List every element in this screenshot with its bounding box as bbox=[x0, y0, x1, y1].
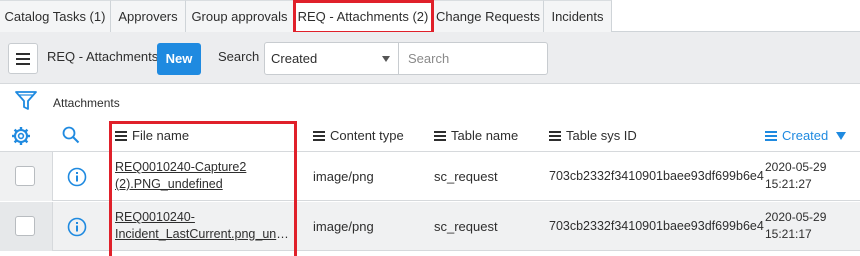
file-name-link[interactable]: REQ0010240-Capture2 (2).PNG_undefined bbox=[115, 159, 295, 193]
column-label: Content type bbox=[330, 128, 404, 143]
column-label: File name bbox=[132, 128, 190, 143]
row-select-cell bbox=[0, 202, 53, 251]
table-sys-id-cell: 703cb2332f3410901baee93df699b6e4 bbox=[549, 219, 764, 233]
column-label: Table name bbox=[451, 128, 519, 143]
table-sys-id-cell: 703cb2332f3410901baee93df699b6e4 bbox=[549, 169, 764, 183]
search-input[interactable]: Search bbox=[398, 42, 548, 75]
breadcrumb-item[interactable]: Attachments bbox=[53, 96, 120, 110]
created-date: 2020-05-29 bbox=[765, 210, 827, 224]
tab-change-requests[interactable]: Change Requests bbox=[433, 0, 544, 32]
column-header-table-sys-id[interactable]: Table sys ID bbox=[549, 128, 637, 143]
hamburger-icon bbox=[16, 52, 30, 65]
column-menu-icon[interactable] bbox=[115, 130, 127, 141]
list-title: REQ - Attachments bbox=[47, 49, 159, 64]
table-name-cell: sc_request bbox=[434, 169, 498, 184]
info-icon[interactable] bbox=[67, 167, 87, 187]
table-row: REQ0010240-Capture2 (2).PNG_undefined im… bbox=[0, 152, 860, 201]
created-cell: 2020-05-29 15:21:27 bbox=[765, 159, 826, 193]
row-select-cell bbox=[0, 152, 53, 201]
search-field-value: Created bbox=[271, 51, 318, 66]
search-field-select[interactable]: Created bbox=[264, 42, 399, 75]
file-name-line: Incident_LastCurrent.png_unde… bbox=[115, 227, 295, 241]
column-menu-icon[interactable] bbox=[313, 130, 325, 141]
created-time: 15:21:17 bbox=[765, 227, 812, 241]
column-menu-icon[interactable] bbox=[765, 130, 777, 141]
column-header-table-name[interactable]: Table name bbox=[434, 128, 518, 143]
file-name-line: (2).PNG_undefined bbox=[115, 177, 223, 191]
list-header-bar: REQ - Attachments New Search Created Sea… bbox=[0, 32, 860, 84]
search-label: Search bbox=[218, 49, 260, 64]
new-button[interactable]: New bbox=[157, 43, 201, 75]
tab-req-attachments[interactable]: REQ - Attachments (2) bbox=[294, 0, 433, 32]
file-name-line: REQ0010240-Capture2 bbox=[115, 160, 247, 174]
column-menu-icon[interactable] bbox=[434, 130, 446, 141]
gear-icon[interactable] bbox=[11, 126, 31, 146]
content-type-cell: image/png bbox=[313, 219, 374, 234]
tab-catalog-tasks[interactable]: Catalog Tasks (1) bbox=[0, 0, 111, 32]
caret-down-icon bbox=[382, 56, 390, 62]
sort-descending-icon[interactable] bbox=[836, 131, 847, 140]
tab-incidents[interactable]: Incidents bbox=[544, 0, 612, 32]
filter-icon[interactable] bbox=[15, 91, 37, 111]
column-header-created[interactable]: Created bbox=[765, 128, 847, 143]
info-icon[interactable] bbox=[67, 217, 87, 237]
created-time: 15:21:27 bbox=[765, 177, 812, 191]
tab-approvers[interactable]: Approvers bbox=[111, 0, 186, 32]
row-checkbox[interactable] bbox=[15, 166, 35, 186]
column-label: Created bbox=[782, 128, 829, 143]
column-header-content-type[interactable]: Content type bbox=[313, 128, 404, 143]
column-menu-icon[interactable] bbox=[549, 130, 561, 141]
table-name-cell: sc_request bbox=[434, 219, 498, 234]
file-name-line: REQ0010240- bbox=[115, 210, 195, 224]
list-menu-button[interactable] bbox=[8, 43, 38, 74]
tab-group-approvals[interactable]: Group approvals bbox=[186, 0, 294, 32]
breadcrumb: Attachments bbox=[0, 85, 860, 119]
content-type-cell: image/png bbox=[313, 169, 374, 184]
table-header: File name Content type Table name Table … bbox=[0, 119, 860, 152]
row-checkbox[interactable] bbox=[15, 216, 35, 236]
column-header-file-name[interactable]: File name bbox=[115, 128, 189, 143]
related-list-tabs: Catalog Tasks (1) Approvers Group approv… bbox=[0, 0, 860, 32]
file-name-link[interactable]: REQ0010240- Incident_LastCurrent.png_und… bbox=[115, 209, 295, 243]
column-label: Table sys ID bbox=[566, 128, 637, 143]
created-date: 2020-05-29 bbox=[765, 160, 827, 174]
created-cell: 2020-05-29 15:21:17 bbox=[765, 209, 826, 243]
search-icon[interactable] bbox=[62, 126, 80, 144]
table-row: REQ0010240- Incident_LastCurrent.png_und… bbox=[0, 202, 860, 251]
